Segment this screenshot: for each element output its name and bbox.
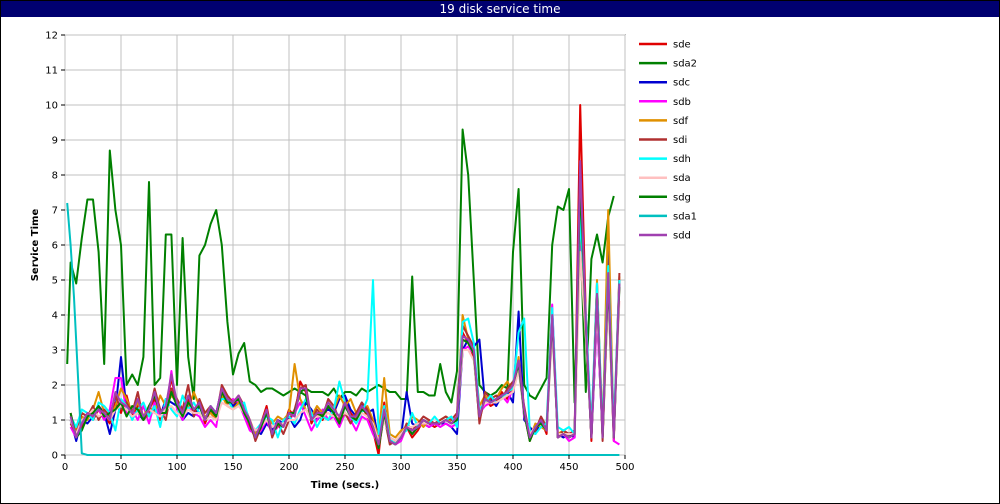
legend-label-sdf: sdf (673, 116, 689, 127)
y-tick-label: 3 (52, 346, 58, 357)
y-tick-label: 12 (45, 31, 58, 42)
x-tick-label: 450 (559, 462, 578, 473)
legend-label-sdi: sdi (673, 135, 687, 146)
x-tick-label: 500 (615, 462, 634, 473)
legend-label-sde: sde (673, 40, 691, 51)
legend-label-sda1: sda1 (673, 211, 697, 222)
y-tick-label: 11 (45, 66, 58, 77)
chart-canvas: 0 50 100 150 200 250 300 350 400 450 5000123456789… (30, 31, 697, 492)
x-tick-label: 250 (335, 462, 354, 473)
y-tick-label: 10 (45, 101, 58, 112)
x-tick-label: 100 (167, 462, 186, 473)
y-tick-label: 4 (52, 311, 58, 322)
y-tick-label: 7 (52, 206, 58, 217)
legend-label-sdc: sdc (673, 78, 690, 89)
y-tick-label: 5 (52, 276, 58, 287)
x-tick-label: 0 (62, 462, 68, 473)
y-tick-label: 2 (52, 381, 58, 392)
y-tick-label: 9 (52, 136, 58, 147)
legend-label-sdh: sdh (673, 154, 691, 165)
legend: sde sda2 sdc sdb sdf sdi sdh sda sdg sda1 sdd (639, 40, 697, 242)
legend-label-sda: sda (673, 173, 691, 184)
legend-label-sdd: sdd (673, 231, 691, 242)
x-tick-label: 50 (115, 462, 128, 473)
y-axis-label: Service Time (30, 209, 41, 282)
x-tick-label: 150 (223, 462, 242, 473)
x-tick-label: 400 (503, 462, 522, 473)
y-tick-label: 6 (52, 241, 58, 252)
x-tick-label: 350 (447, 462, 466, 473)
legend-label-sdg: sdg (673, 192, 691, 203)
x-tick-label: 300 (391, 462, 410, 473)
x-tick-label: 200 (279, 462, 298, 473)
y-tick-label: 8 (52, 171, 58, 182)
legend-label-sda2: sda2 (673, 59, 697, 70)
y-tick-label: 0 (52, 451, 58, 462)
x-axis-label: Time (secs.) (311, 480, 380, 491)
y-tick-label: 1 (52, 416, 58, 427)
legend-label-sdb: sdb (673, 97, 691, 108)
